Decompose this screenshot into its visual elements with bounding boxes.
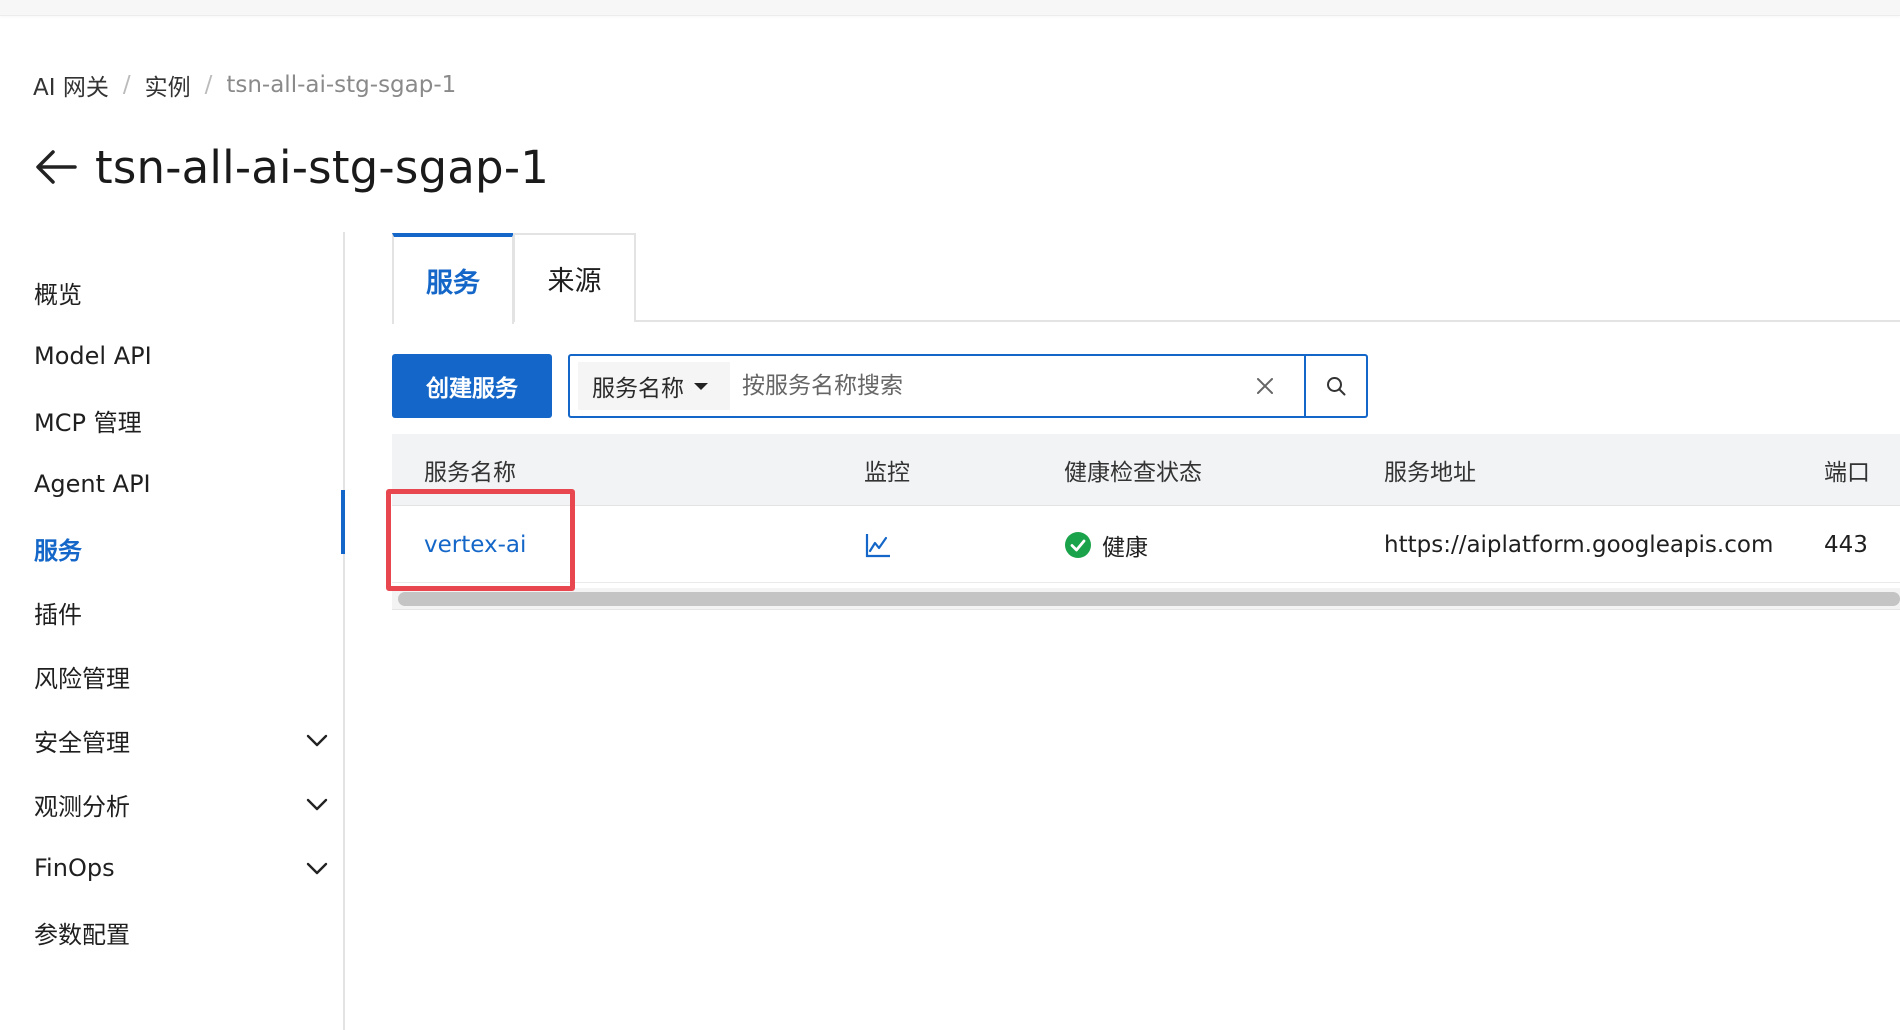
search-group: 服务名称 (568, 354, 1368, 418)
sidebar-item-label: 插件 (34, 600, 82, 629)
breadcrumb-separator: / (204, 72, 213, 98)
sidebar-item-model-api[interactable]: Model API (34, 334, 329, 378)
horizontal-scrollbar[interactable] (392, 588, 1900, 610)
sidebar-item-label: Agent API (34, 470, 151, 498)
back-arrow-icon[interactable] (33, 144, 79, 190)
table-header: 服务名称 监控 健康检查状态 服务地址 端口 (392, 434, 1900, 506)
sidebar-item-label: MCP 管理 (34, 408, 142, 437)
breadcrumb: AI 网关 / 实例 / tsn-all-ai-stg-sgap-1 (33, 68, 457, 102)
column-header-address: 服务地址 (1384, 460, 1476, 486)
chevron-down-icon (306, 798, 328, 811)
sidebar-item-agent-api[interactable]: Agent API (34, 462, 329, 506)
search-button[interactable] (1304, 356, 1366, 416)
search-input[interactable] (742, 358, 1254, 414)
chevron-down-icon (306, 734, 328, 747)
sidebar-item-label: 服务 (34, 536, 82, 565)
sidebar-item-security[interactable]: 安全管理 (34, 718, 329, 762)
tab-sources[interactable]: 来源 (513, 233, 636, 322)
sidebar-item-label: FinOps (34, 854, 115, 882)
close-icon[interactable] (1254, 375, 1276, 397)
sidebar-item-observability[interactable]: 观测分析 (34, 782, 329, 826)
sidebar-item-label: Model API (34, 342, 152, 370)
sidebar-item-label: 安全管理 (34, 728, 130, 757)
column-header-monitor: 监控 (864, 460, 910, 486)
search-field-label: 服务名称 (592, 376, 684, 402)
port-cell: 443 (1824, 532, 1868, 558)
breadcrumb-current: tsn-all-ai-stg-sgap-1 (226, 72, 457, 98)
breadcrumb-instances[interactable]: 实例 (145, 68, 191, 102)
sidebar-item-finops[interactable]: FinOps (34, 846, 329, 890)
table-row: vertex-ai 健康 https://aiplatform.googleap… (392, 507, 1900, 583)
sidebar: 概览 Model API MCP 管理 Agent API 服务 插件 风险管理… (0, 232, 345, 1030)
top-bar (0, 0, 1900, 16)
tab-services[interactable]: 服务 (392, 233, 514, 324)
sidebar-active-indicator (341, 490, 345, 554)
service-address-cell: https://aiplatform.googleapis.com (1384, 532, 1774, 558)
search-icon (1327, 377, 1346, 396)
sidebar-item-label: 风险管理 (34, 664, 130, 693)
column-header-health: 健康检查状态 (1064, 460, 1202, 486)
create-service-button[interactable]: 创建服务 (392, 354, 552, 418)
caret-down-icon (694, 382, 708, 390)
column-header-name: 服务名称 (424, 460, 516, 486)
service-name-cell: vertex-ai (424, 507, 526, 583)
sidebar-item-plugins[interactable]: 插件 (34, 590, 329, 634)
monitor-cell (864, 507, 892, 583)
sidebar-item-label: 概览 (34, 280, 82, 309)
sidebar-item-risk[interactable]: 风险管理 (34, 654, 329, 698)
search-field-select[interactable]: 服务名称 (578, 362, 730, 410)
breadcrumb-separator: / (122, 72, 131, 98)
sidebar-item-overview[interactable]: 概览 (34, 270, 329, 314)
line-chart-icon[interactable] (864, 531, 892, 559)
sidebar-item-services[interactable]: 服务 (34, 526, 329, 570)
title-row: tsn-all-ai-stg-sgap-1 (33, 136, 549, 198)
sidebar-item-label: 观测分析 (34, 792, 130, 821)
scrollbar-thumb[interactable] (398, 592, 1900, 606)
sidebar-item-mcp[interactable]: MCP 管理 (34, 398, 329, 442)
chevron-down-icon (306, 862, 328, 875)
check-circle-icon (1065, 532, 1091, 558)
page-title: tsn-all-ai-stg-sgap-1 (95, 140, 550, 194)
health-status-text: 健康 (1102, 535, 1148, 561)
service-name-link[interactable]: vertex-ai (424, 532, 526, 558)
column-header-port: 端口 (1824, 460, 1870, 486)
sidebar-item-label: 参数配置 (34, 920, 130, 949)
sidebar-item-params[interactable]: 参数配置 (34, 910, 329, 954)
tab-bar: 服务 来源 (392, 233, 1900, 324)
health-cell: 健康 (1064, 507, 1148, 583)
breadcrumb-ai-gateway[interactable]: AI 网关 (33, 68, 109, 102)
